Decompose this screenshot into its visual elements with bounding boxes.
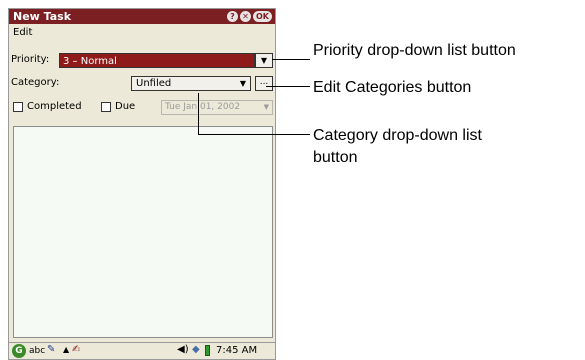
title-bar-buttons: ? ✕ OK: [227, 11, 272, 22]
edit-categories-callout-line: [266, 86, 310, 87]
diamond-icon[interactable]: ◆: [192, 344, 200, 355]
up-arrow-icon[interactable]: ▲: [63, 345, 69, 354]
priority-label: Priority:: [11, 54, 50, 65]
help-icon[interactable]: ?: [227, 11, 238, 22]
category-dropdown-button[interactable]: Unfiled ▼: [131, 76, 251, 91]
ok-button[interactable]: OK: [253, 11, 272, 22]
due-checkbox[interactable]: [101, 102, 111, 112]
completed-checkbox[interactable]: [13, 102, 23, 112]
edit-categories-button[interactable]: ...: [255, 76, 273, 91]
menu-edit[interactable]: Edit: [13, 24, 32, 42]
priority-dropdown[interactable]: 3 – Normal: [59, 53, 255, 68]
input-mode[interactable]: abc: [29, 346, 45, 356]
category-label: Category:: [11, 77, 60, 88]
clock[interactable]: 7:45 AM: [216, 345, 257, 356]
start-logo-icon[interactable]: G: [12, 344, 26, 358]
category-value: Unfiled: [136, 78, 172, 89]
battery-icon[interactable]: [205, 345, 210, 356]
volume-icon[interactable]: ◀): [177, 344, 189, 355]
due-date-value: Tue Jan 01, 2002: [165, 102, 241, 112]
note-icon[interactable]: ✍: [72, 344, 80, 355]
taskbar: G abc ✎ ▲ ✍ ◀) ◆ 7:45 AM: [9, 342, 275, 359]
priority-dropdown-button[interactable]: ▼: [255, 53, 273, 68]
category-callout-line2: button: [313, 149, 358, 166]
notes-area[interactable]: [13, 126, 273, 338]
category-callout-line-h: [198, 134, 310, 135]
device-screen: New Task ? ✕ OK Edit Priority: 3 – Norma…: [8, 8, 276, 360]
due-date-field[interactable]: Tue Jan 01, 2002 ▼: [161, 100, 273, 115]
menu-bar: Edit: [9, 24, 275, 42]
close-icon[interactable]: ✕: [240, 11, 251, 22]
priority-callout: Priority drop-down list button: [313, 42, 516, 59]
title-bar: New Task ? ✕ OK: [9, 9, 275, 24]
priority-callout-line: [272, 59, 310, 60]
dropdown-arrow-icon: ▼: [260, 56, 268, 65]
pen-icon[interactable]: ✎: [47, 344, 55, 355]
dropdown-arrow-icon: ▼: [263, 103, 269, 111]
edit-categories-callout: Edit Categories button: [313, 79, 472, 96]
dropdown-arrow-icon: ▼: [239, 79, 246, 88]
category-callout-line1: Category drop-down list: [313, 127, 482, 144]
category-callout-line-v: [198, 93, 199, 135]
window-title: New Task: [13, 10, 72, 23]
due-label: Due: [115, 101, 136, 112]
completed-label: Completed: [27, 101, 82, 112]
